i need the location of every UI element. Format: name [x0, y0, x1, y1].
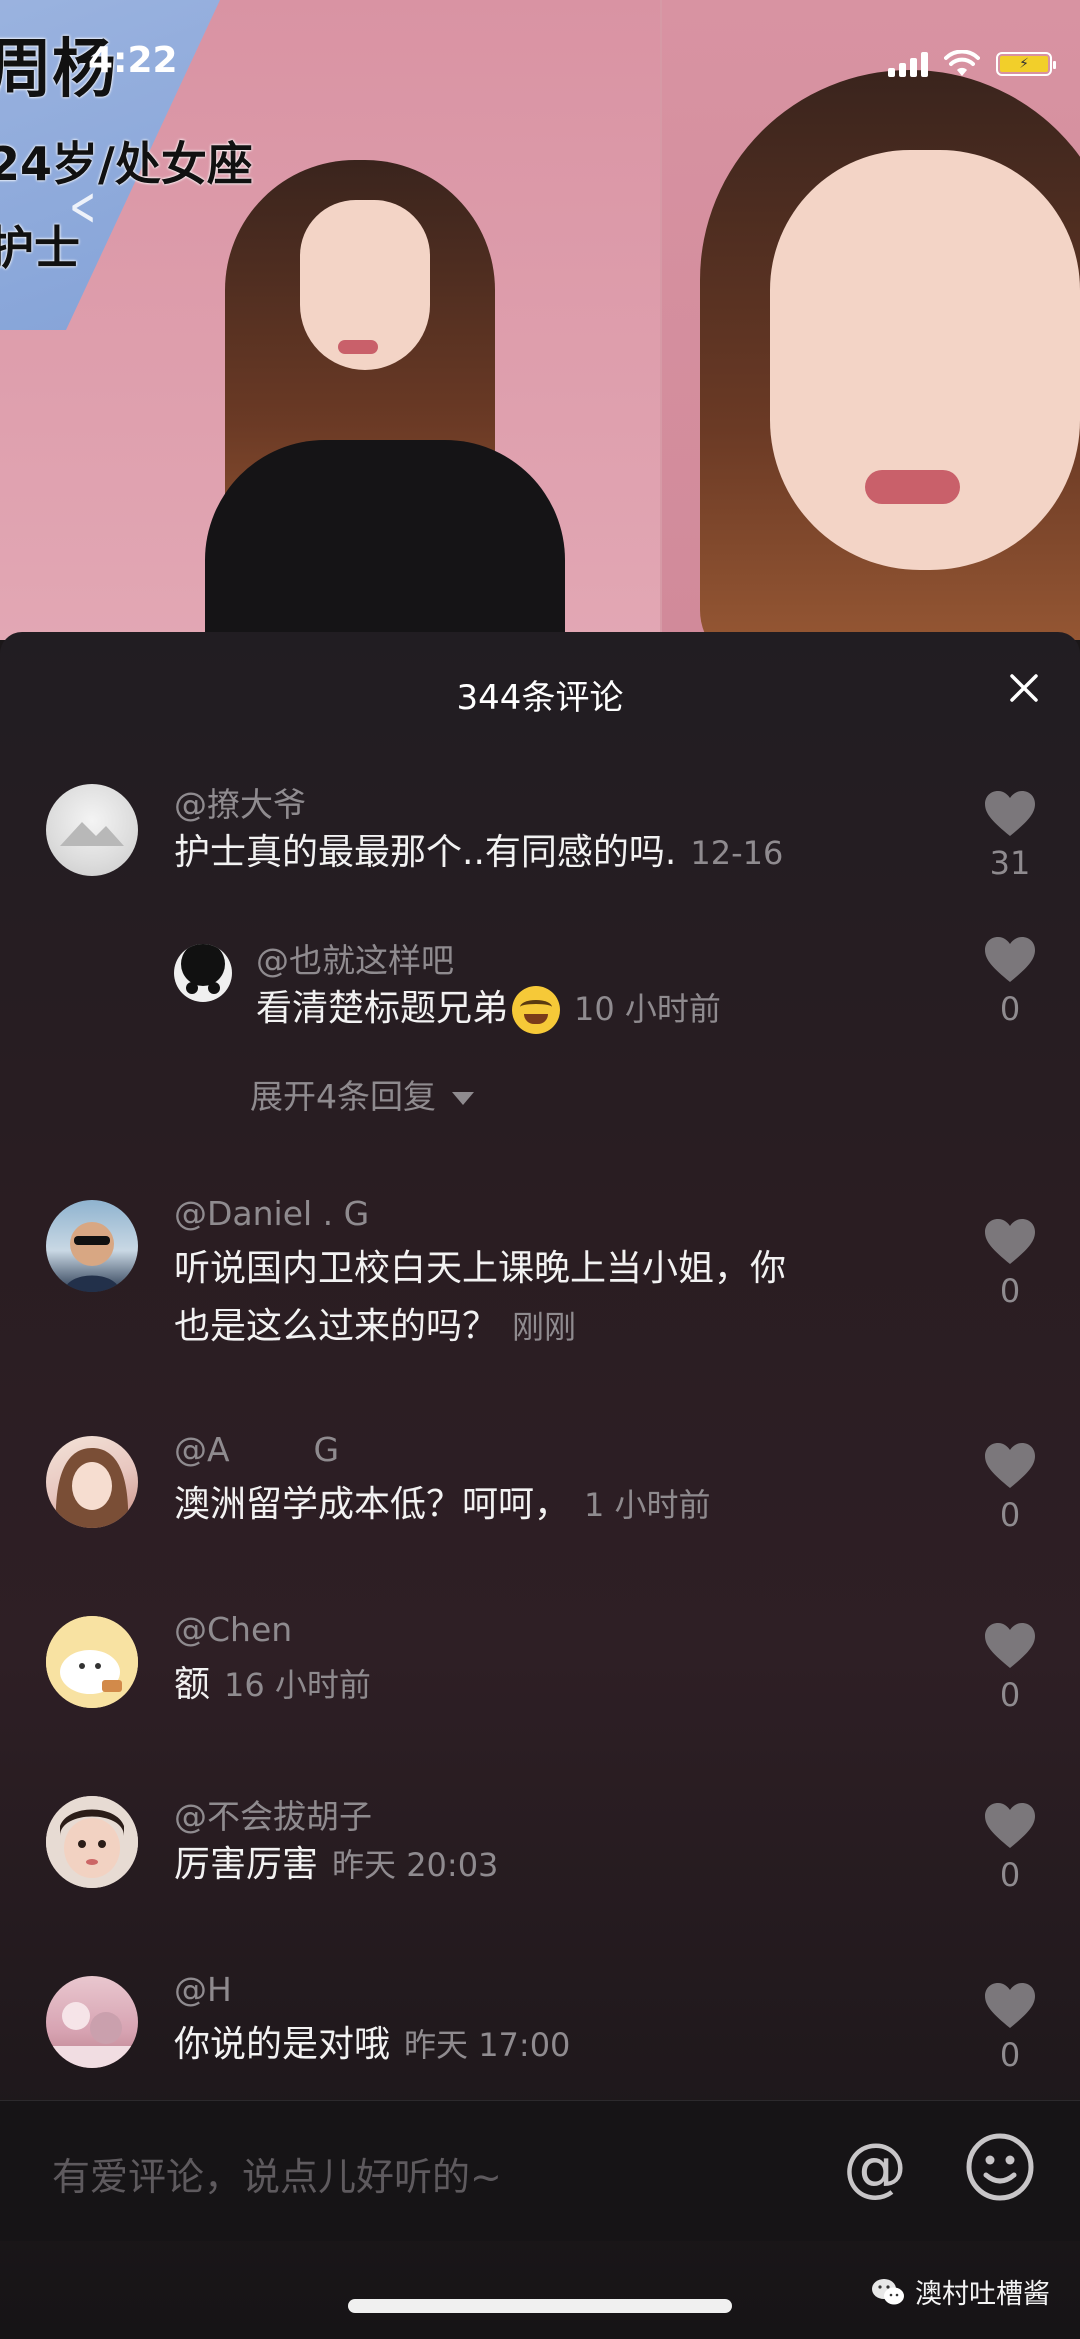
heart-icon — [985, 1443, 1035, 1488]
video-player[interactable]: 周杨 24岁/处女座 护士 < — [0, 0, 1080, 640]
reply-text: 看清楚标题兄弟 10 小时前 — [256, 980, 721, 1038]
comment-text: 护士真的最最那个..有同感的吗. 12-16 — [174, 824, 783, 882]
comment-body-line1: 听说国内卫校白天上课晚上当小姐，你 — [174, 1248, 787, 1289]
mention-button[interactable]: @ — [838, 2131, 912, 2205]
mountain-avatar-icon — [60, 822, 124, 846]
expand-replies-button[interactable]: 展开4条回复 — [250, 1070, 474, 1118]
home-indicator[interactable] — [348, 2299, 732, 2313]
caret-down-icon — [452, 1092, 474, 1105]
wechat-icon — [872, 2278, 904, 2304]
expand-replies-label: 展开4条回复 — [250, 1077, 436, 1116]
comment-time: 昨天 20:03 — [332, 1846, 499, 1884]
comment-body: 厉害厉害 — [174, 1844, 319, 1885]
comment-body: 护士真的最最那个..有同感的吗. — [174, 832, 677, 873]
heart-icon — [985, 1803, 1035, 1848]
close-button[interactable] — [998, 662, 1050, 714]
video-left-frame: 周杨 24岁/处女座 护士 — [0, 0, 660, 640]
comment-username[interactable]: @不会拔胡子 — [174, 1790, 372, 1838]
avatar[interactable] — [46, 1436, 138, 1528]
reply-like-button[interactable]: 0 — [980, 936, 1040, 1028]
cartoon-avatar-icon — [46, 1616, 138, 1708]
heart-icon — [985, 1983, 1035, 2028]
closeup-face — [770, 150, 1080, 570]
reply-like-count: 0 — [999, 990, 1021, 1028]
heart-icon — [985, 1219, 1035, 1264]
comment-text: 厉害厉害 昨天 20:03 — [174, 1836, 498, 1894]
comment-time: 1 小时前 — [584, 1486, 711, 1524]
avatar[interactable] — [46, 1200, 138, 1292]
intro-age-sign: 24岁/处女座 — [0, 137, 253, 191]
comment-username[interactable]: @撩大爷 — [174, 778, 306, 826]
like-button[interactable]: 0 — [980, 1982, 1040, 2074]
like-button[interactable]: 0 — [980, 1218, 1040, 1310]
closeup-lips — [865, 470, 960, 504]
like-count: 0 — [999, 1496, 1021, 1534]
status-icons: ⚡ — [888, 50, 1056, 78]
like-button[interactable]: 31 — [980, 790, 1040, 882]
comment-username[interactable]: @A G — [174, 1430, 339, 1469]
back-chevron-icon[interactable]: < — [69, 175, 96, 238]
comment-body: 你说的是对哦 — [174, 2024, 391, 2065]
reply-avatar[interactable] — [174, 944, 232, 1002]
emoji-button[interactable] — [964, 2131, 1036, 2203]
smiley-icon — [966, 2133, 1034, 2201]
comment-username[interactable]: @Chen — [174, 1610, 292, 1649]
photo-avatar-icon — [46, 2002, 138, 2068]
watermark-text: 澳村吐槽酱 — [915, 2279, 1050, 2310]
comment-body: 额 — [174, 1664, 211, 1705]
watermark: 澳村吐槽酱 — [871, 2272, 1050, 2311]
close-icon — [1010, 674, 1038, 702]
avatar[interactable] — [46, 1616, 138, 1708]
reply-time: 10 小时前 — [574, 990, 721, 1028]
intro-job: 护士 — [0, 221, 80, 275]
like-count: 0 — [999, 1272, 1021, 1310]
reply-body: 看清楚标题兄弟 — [256, 988, 509, 1029]
like-count: 0 — [999, 1856, 1021, 1894]
comment-panel: 344条评论 @撩大爷 护士真的最最那个..有同感的吗. 12-16 31 @也… — [0, 632, 1080, 2339]
comment-body: 澳洲留学成本低？呵呵， — [174, 1484, 571, 1525]
comment-username[interactable]: @Daniel . G — [174, 1194, 369, 1233]
reply-username[interactable]: @也就这样吧 — [256, 934, 454, 982]
comment-time: 16 小时前 — [224, 1666, 371, 1704]
status-time: 4:22 — [88, 40, 178, 81]
comment-body-line2: 也是这么过来的吗？ — [174, 1306, 499, 1347]
comment-text: 听说国内卫校白天上课晚上当小姐，你 也是这么过来的吗？ 刚刚 — [174, 1240, 934, 1356]
person-lips — [338, 340, 378, 354]
person-avatar-icon — [64, 1222, 120, 1292]
avatar[interactable] — [46, 784, 138, 876]
comment-input-bar: 有爱评论，说点儿好听的~ @ — [0, 2100, 1080, 2241]
laughing-crying-emoji-icon — [512, 986, 561, 1034]
comment-text: 额 16 小时前 — [174, 1656, 371, 1714]
comment-text: 你说的是对哦 昨天 17:00 — [174, 2016, 570, 2074]
person-avatar-icon — [55, 1448, 129, 1528]
heart-icon — [985, 1623, 1035, 1668]
child-avatar-icon — [46, 1796, 138, 1888]
like-button[interactable]: 0 — [980, 1802, 1040, 1894]
like-count: 0 — [999, 2036, 1021, 2074]
avatar[interactable] — [46, 1796, 138, 1888]
person-body — [205, 440, 565, 640]
comment-time: 刚刚 — [512, 1308, 577, 1346]
charging-bolt-icon: ⚡ — [1000, 56, 1048, 72]
comment-username[interactable]: @H — [174, 1970, 232, 2009]
battery-icon: ⚡ — [996, 52, 1056, 76]
comment-input[interactable]: 有爱评论，说点儿好听的~ — [52, 2146, 502, 2201]
comment-count-title: 344条评论 — [456, 678, 624, 718]
avatar[interactable] — [46, 1976, 138, 2068]
wifi-icon — [944, 50, 980, 76]
comment-time: 昨天 17:00 — [404, 2026, 571, 2064]
comment-time: 12-16 — [690, 834, 784, 872]
like-button[interactable]: 0 — [980, 1622, 1040, 1714]
cellular-signal-icon — [888, 51, 928, 77]
like-count: 31 — [989, 844, 1031, 882]
like-count: 0 — [999, 1676, 1021, 1714]
heart-icon — [985, 791, 1035, 836]
like-button[interactable]: 0 — [980, 1442, 1040, 1534]
heart-icon — [985, 937, 1035, 982]
comment-text: 澳洲留学成本低？呵呵， 1 小时前 — [174, 1476, 711, 1534]
panda-avatar-icon — [174, 944, 232, 1002]
